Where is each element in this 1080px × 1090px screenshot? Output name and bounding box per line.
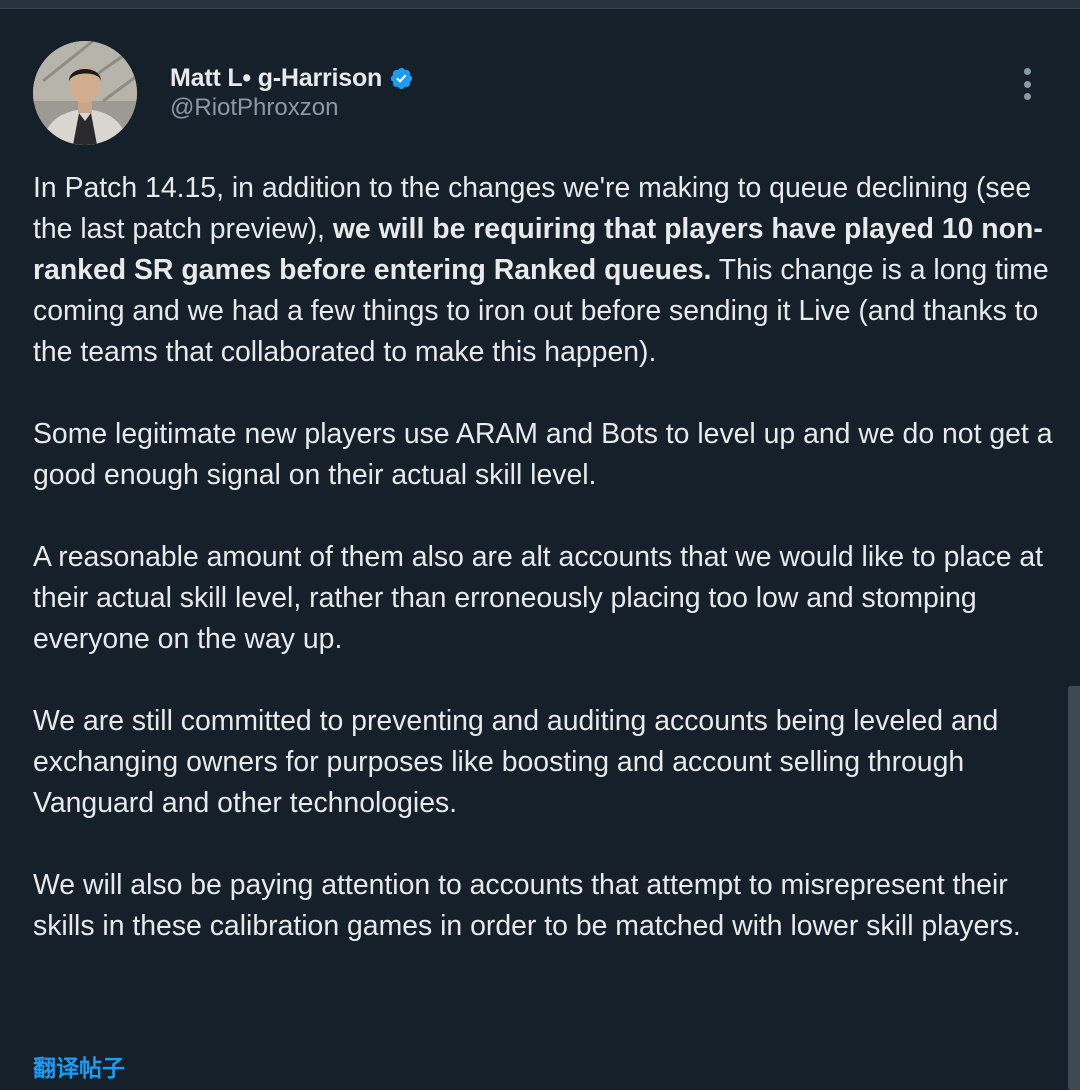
tweet-paragraph-1: In Patch 14.15, in addition to the chang… [33,168,1055,373]
dot-icon [1023,80,1031,88]
tweet-paragraph-3: A reasonable amount of them also are alt… [33,541,1044,655]
tweet-paragraph-5: We will also be paying attention to acco… [33,869,1021,942]
translate-post-link[interactable]: 翻译帖子 [33,1049,125,1083]
top-divider [0,0,1080,9]
author-handle[interactable]: @RiotPhroxzon [170,94,338,122]
profile-photo [33,41,137,145]
dot-icon [1023,68,1031,75]
tweet-text: In Patch 14.15, in addition to the chang… [33,168,1055,947]
verified-badge-icon[interactable] [389,66,414,91]
tweet-paragraph-2: Some legitimate new players use ARAM and… [33,418,1053,491]
author-display-name[interactable]: Matt L• g-Harrison [170,64,382,93]
author-name-row: Matt L• g-Harrison [170,60,414,96]
dot-icon [1023,93,1031,100]
more-options-icon[interactable] [1010,64,1044,104]
scrollbar[interactable] [1068,686,1080,1090]
tweet-paragraph-4: We are still committed to preventing and… [33,705,999,819]
avatar[interactable] [33,41,137,145]
